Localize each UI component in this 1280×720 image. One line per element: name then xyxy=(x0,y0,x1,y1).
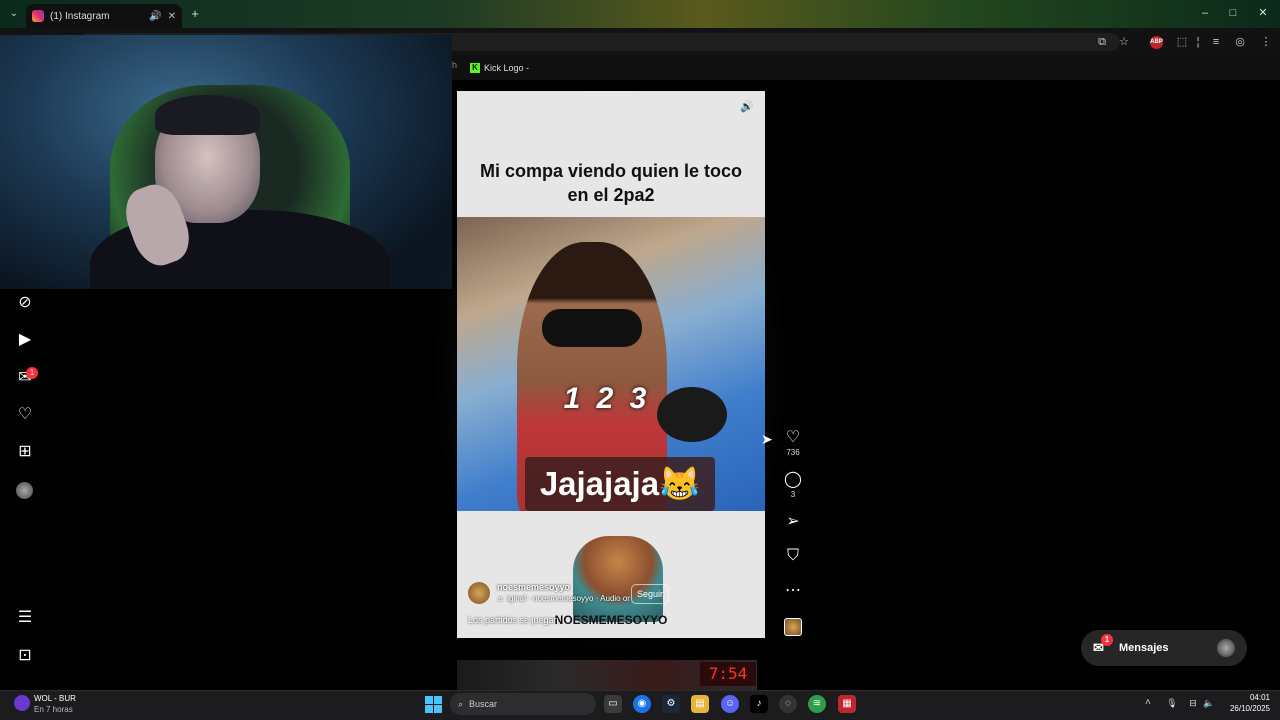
tab-audio-icon[interactable]: 🔊 xyxy=(149,11,161,22)
meta-apps-icon[interactable]: ⊡ xyxy=(14,645,36,667)
video-count-overlay: 1 2 3 xyxy=(563,382,651,415)
profile-avatar[interactable] xyxy=(16,482,33,499)
clock-date[interactable]: 26/10/2025 xyxy=(1222,704,1270,713)
adblock-icon[interactable]: ABP xyxy=(1150,36,1163,49)
tiktok-icon[interactable]: ♪ xyxy=(750,695,768,713)
account-name[interactable]: noesmemesoyyo xyxy=(497,582,570,592)
webcam-overlay xyxy=(0,35,452,289)
profile-icon[interactable]: ◎ xyxy=(1232,34,1248,50)
messages-pill-badge: 1 xyxy=(1101,634,1113,646)
more-action[interactable]: ⋯ xyxy=(780,581,806,601)
search-icon: ⌕ xyxy=(458,698,464,709)
steam-icon[interactable]: ⚙ xyxy=(662,695,680,713)
divider-icon: ¦ xyxy=(1196,36,1200,48)
tray-chevron-icon[interactable]: ˄ xyxy=(1145,697,1151,708)
instagram-favicon-icon xyxy=(32,10,44,22)
streamer-hair xyxy=(155,95,260,135)
messages-avatar xyxy=(1217,639,1235,657)
close-window-button[interactable]: ✕ xyxy=(1254,5,1272,21)
share-icon[interactable]: ➢ xyxy=(780,512,806,532)
weather-subtitle[interactable]: En 7 horas xyxy=(34,705,73,714)
reel-player[interactable]: 🔊 Mi compa viendo quien le toco en el 2p… xyxy=(457,91,765,638)
tab-title: (1) Instagram xyxy=(50,10,110,22)
menu-lines-icon[interactable]: ☰ xyxy=(14,607,36,629)
menu-icon[interactable]: ⋮ xyxy=(1258,34,1274,50)
audio-avatar[interactable] xyxy=(784,618,802,636)
file-explorer-icon[interactable]: ▤ xyxy=(691,695,709,713)
bookmark-kick[interactable]: K Kick Logo - xyxy=(470,60,529,76)
explore-icon[interactable]: ⊘ xyxy=(14,292,36,314)
video-caption-overlay: Jajajaja😹 xyxy=(525,457,715,511)
discord-icon[interactable]: ☺ xyxy=(721,695,739,713)
app-icon[interactable]: ◌ xyxy=(779,695,797,713)
tab-search-button[interactable]: ⌄ xyxy=(6,6,22,22)
reel-description[interactable]: Los partidos se juegan xyxy=(468,615,559,625)
clock-time[interactable]: 04:01 xyxy=(1240,693,1270,702)
mouse-cursor-icon: ➤ xyxy=(761,431,773,447)
speaker-icon[interactable]: 🔈 xyxy=(1203,697,1215,709)
weather-icon[interactable] xyxy=(14,695,30,711)
network-icon[interactable]: ⊟ xyxy=(1187,697,1199,709)
bookmark-partial[interactable]: h xyxy=(452,60,457,70)
app-red-icon[interactable]: ▦ xyxy=(838,695,856,713)
extensions-icon[interactable]: ⬚ xyxy=(1174,34,1190,50)
reels-icon[interactable]: ▶ xyxy=(14,329,36,351)
start-button[interactable] xyxy=(425,696,442,713)
meme-mascot-image xyxy=(573,536,663,622)
maximize-button[interactable]: □ xyxy=(1224,5,1242,21)
like-count: 736 xyxy=(786,448,800,457)
kick-logo-icon: K xyxy=(470,63,480,73)
heart-icon[interactable]: ♡ xyxy=(14,404,36,426)
new-tab-button[interactable]: + xyxy=(186,6,204,22)
messenger-icon: ✉ 1 xyxy=(1093,634,1113,656)
spotify-icon[interactable]: ≋ xyxy=(808,695,826,713)
bookmark-kick-label: Kick Logo - xyxy=(484,63,530,73)
next-reel-timer: 7:54 xyxy=(700,662,756,686)
save-action[interactable]: ⛉ xyxy=(780,546,806,566)
follow-button[interactable]: Seguir xyxy=(631,584,669,604)
audio-attribution[interactable]: ♬ iginal · noesmemesoyyo · Audio or xyxy=(497,594,630,603)
tab-instagram[interactable]: (1) Instagram 🔊 ✕ xyxy=(26,4,182,28)
more-options-icon[interactable]: ⋯ xyxy=(780,581,806,601)
task-view-icon[interactable]: ▭ xyxy=(604,695,622,713)
share-action[interactable]: ➢ xyxy=(780,512,806,532)
minimize-button[interactable]: – xyxy=(1196,5,1214,21)
reel-title-text: Mi compa viendo quien le toco en el 2pa2 xyxy=(479,161,743,205)
comment-action[interactable]: ◯ 3 xyxy=(780,470,806,499)
heart-icon[interactable]: ♡ xyxy=(780,428,806,448)
create-icon[interactable]: ⊞ xyxy=(14,441,36,463)
chrome-icon[interactable]: ◉ xyxy=(633,695,651,713)
search-placeholder: Buscar xyxy=(469,699,498,709)
messages-pill[interactable]: ✉ 1 Mensajes xyxy=(1081,630,1247,666)
weather-title[interactable]: WOL - BUR xyxy=(34,694,76,703)
volume-icon[interactable]: 🔊 xyxy=(739,99,755,115)
reading-list-icon[interactable]: ≡ xyxy=(1208,34,1224,50)
reel-video: 1 2 3 Jajajaja😹 xyxy=(457,217,765,511)
taskbar-search[interactable]: ⌕ Buscar xyxy=(450,693,596,715)
bookmark-icon[interactable]: ⛉ xyxy=(780,546,806,566)
comment-count: 3 xyxy=(790,490,796,499)
tab-close-icon[interactable]: ✕ xyxy=(168,11,176,22)
messages-label: Mensajes xyxy=(1119,642,1169,654)
messages-badge: 1 xyxy=(26,367,38,379)
account-avatar[interactable] xyxy=(468,582,490,604)
install-icon[interactable]: ⧉ xyxy=(1094,34,1110,50)
star-icon[interactable]: ☆ xyxy=(1116,34,1132,50)
microphone-icon[interactable]: 🎙 xyxy=(1166,697,1178,709)
video-sunglasses xyxy=(542,309,642,347)
like-action[interactable]: ♡ 736 xyxy=(780,428,806,457)
comment-icon[interactable]: ◯ xyxy=(780,470,806,490)
